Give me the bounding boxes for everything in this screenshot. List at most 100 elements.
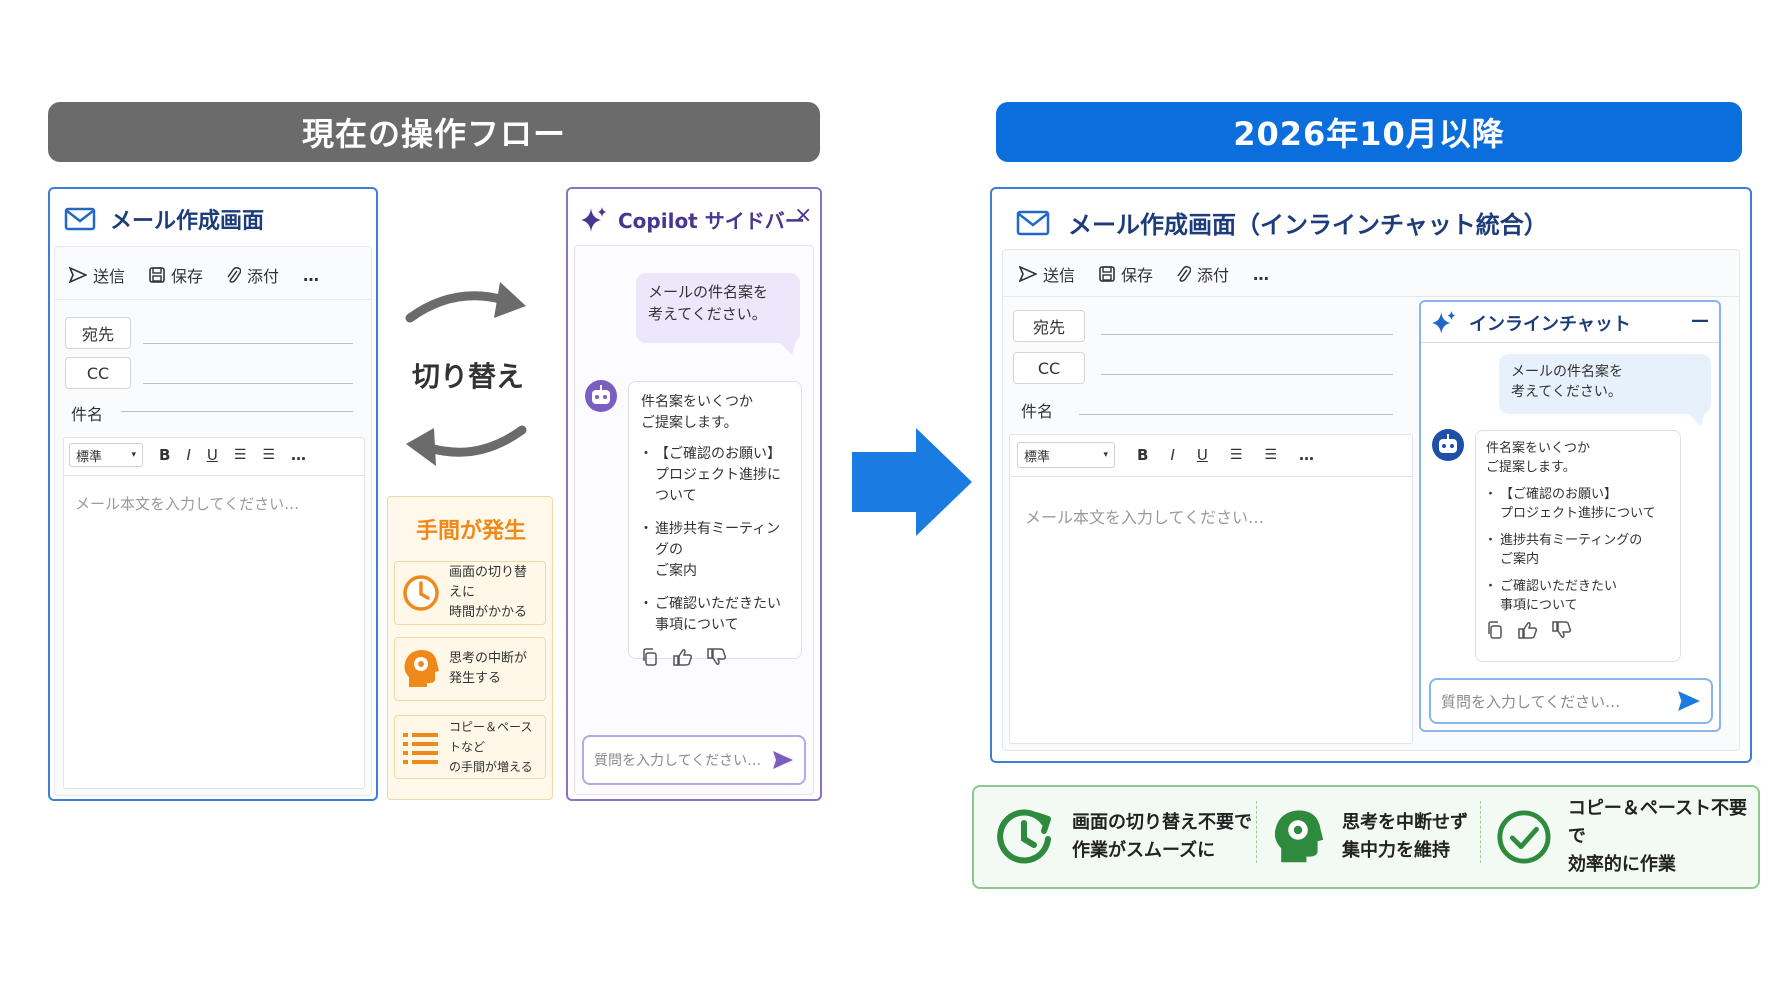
cc-field[interactable] <box>1101 374 1393 375</box>
style-value: 標準 <box>76 449 103 465</box>
suggestion-item[interactable]: ご確認いただきたい事項について <box>639 594 789 636</box>
warning-box: 手間が発生 画面の切り替えに 時間がかかる 思考の中断が 発生する コピー＆ペースト… <box>387 496 553 800</box>
more-button[interactable]: … <box>1253 265 1269 284</box>
more-button[interactable]: … <box>303 266 319 285</box>
benefit-divider <box>1256 801 1257 863</box>
bullet-list-icon[interactable]: ☰ <box>1230 447 1243 463</box>
save-label: 保存 <box>171 267 204 286</box>
thumbs-up-icon[interactable] <box>673 648 693 666</box>
save-button[interactable]: 保存 <box>1099 262 1153 286</box>
attach-button[interactable]: 添付 <box>227 263 279 287</box>
mail-icon <box>1016 210 1050 235</box>
current-flow-banner: 現在の操作フロー <box>48 102 820 162</box>
send-icon[interactable] <box>772 750 794 770</box>
send-button[interactable]: 送信 <box>69 263 125 287</box>
suggestion-item[interactable]: 進捗共有ミーティングのご案内 <box>639 519 789 582</box>
body-placeholder[interactable]: メール本文を入力してください… <box>75 493 299 514</box>
to-field[interactable] <box>143 343 353 344</box>
bold-button[interactable]: B <box>159 446 170 464</box>
toolbar-divider <box>1003 296 1739 297</box>
benefit-no-copy-paste: コピー＆ペースト不要で 効率的に作業 <box>1496 793 1758 881</box>
copy-icon[interactable] <box>641 648 659 666</box>
mail-icon <box>64 207 96 231</box>
inline-question-input[interactable]: 質問を入力してください… <box>1429 678 1713 724</box>
copy-icon[interactable] <box>1486 621 1504 639</box>
suggestion-item[interactable]: 進捗共有ミーティングのご案内 <box>1484 531 1670 569</box>
suggestion-item[interactable]: ご確認いただきたい事項について <box>1484 577 1670 615</box>
italic-button[interactable]: I <box>1170 446 1174 464</box>
user-bubble-tail <box>778 341 796 355</box>
copilot-header: Copilot サイドバー <box>580 205 805 234</box>
attach-label: 添付 <box>1197 266 1230 285</box>
suggestion-line: 【ご確認のお願い】 <box>655 446 781 462</box>
bot-intro-line: 件名案をいくつか <box>1486 441 1591 456</box>
inline-user-message: メールの件名案を 考えてください。 <box>1499 354 1711 414</box>
copilot-question-input[interactable]: 質問を入力してください… <box>582 735 806 785</box>
send-label: 送信 <box>1043 266 1076 285</box>
suggestion-line: 【ご確認のお願い】 <box>1500 487 1618 502</box>
benefits-bar: 画面の切り替え不要で 作業がスムーズに 思考を中断せず 集中力を維持 コピー＆ペース… <box>972 785 1760 889</box>
send-icon[interactable] <box>1677 690 1701 712</box>
benefit-line: 作業がスムーズに <box>1072 840 1216 861</box>
close-icon[interactable]: × <box>794 203 812 228</box>
thumbs-up-icon[interactable] <box>1518 621 1538 639</box>
suggestion-line: ご確認いただきたい <box>1500 579 1618 594</box>
suggestion-line: 進捗共有ミーティングの <box>1500 533 1643 548</box>
subject-field[interactable] <box>1079 414 1393 415</box>
benefit-line: 集中力を維持 <box>1342 840 1450 861</box>
send-button[interactable]: 送信 <box>1019 262 1075 286</box>
inline-chat-header: インラインチャット <box>1431 310 1631 336</box>
subject-label: 件名 <box>1021 402 1054 421</box>
warning-line: コピー＆ペーストなど <box>449 720 533 754</box>
bot-intro-line: ご提案します。 <box>641 415 738 431</box>
subject-field[interactable] <box>121 411 353 412</box>
suggestion-line: ご案内 <box>655 563 697 579</box>
paperclip-icon <box>1177 266 1192 282</box>
suggestion-line: ご確認いただきたい <box>655 596 781 612</box>
format-more-button[interactable]: … <box>291 446 306 464</box>
save-icon <box>149 267 165 283</box>
body-placeholder[interactable]: メール本文を入力してください… <box>1025 504 1264 528</box>
suggestion-list: 【ご確認のお願い】プロジェクト進捗について 進捗共有ミーティングのご案内 ご確認… <box>639 444 789 636</box>
transition-arrow-icon <box>852 428 972 536</box>
to-field[interactable] <box>1101 334 1393 335</box>
future-flow-banner: 2026年10月以降 <box>996 102 1742 162</box>
style-select[interactable]: 標準 ▾ <box>1017 442 1115 468</box>
numbered-list-icon[interactable]: ☰ <box>1264 447 1277 463</box>
save-button[interactable]: 保存 <box>149 263 203 287</box>
suggestion-line: 事項について <box>1500 598 1578 613</box>
format-more-button[interactable]: … <box>1299 446 1314 464</box>
underline-button[interactable]: U <box>207 446 218 464</box>
format-divider <box>63 475 365 476</box>
style-select[interactable]: 標準 ▾ <box>69 443 143 467</box>
minimize-icon[interactable]: — <box>1691 310 1709 331</box>
right-format-bar: 標準 ▾ B I U ☰ ☰ … <box>1017 442 1314 468</box>
suggestion-line: 進捗共有ミーティングの <box>655 521 781 558</box>
cc-field[interactable] <box>143 383 353 384</box>
suggestion-item[interactable]: 【ご確認のお願い】プロジェクト進捗について <box>1484 485 1670 523</box>
underline-button[interactable]: U <box>1197 446 1208 464</box>
warning-item-copy-paste: コピー＆ペーストなど の手間が増える <box>394 715 546 779</box>
thumbs-down-icon[interactable] <box>1552 621 1572 639</box>
bot-avatar-icon <box>585 380 617 412</box>
warning-item-switching: 画面の切り替えに 時間がかかる <box>394 561 546 625</box>
suggestion-line: プロジェクト進捗について <box>655 467 781 504</box>
italic-button[interactable]: I <box>186 446 190 464</box>
right-compose-header: メール作成画面（インラインチャット統合） <box>1016 205 1548 240</box>
save-label: 保存 <box>1121 266 1154 285</box>
bold-button[interactable]: B <box>1137 446 1148 464</box>
left-compose-inner: 送信 保存 添付 … 宛先 CC 件名 標準 ▾ B I U ☰ ☰ … メール… <box>54 246 372 796</box>
inline-chat-divider <box>1421 342 1719 343</box>
sparkle-icon <box>1431 310 1456 335</box>
thumbs-down-icon[interactable] <box>707 648 727 666</box>
attach-button[interactable]: 添付 <box>1177 262 1229 286</box>
bullet-list-icon[interactable]: ☰ <box>234 447 247 463</box>
switch-label: 切り替え <box>412 360 525 393</box>
chevron-down-icon: ▾ <box>131 450 136 460</box>
suggestion-list: 【ご確認のお願い】プロジェクト進捗について 進捗共有ミーティングのご案内 ご確認… <box>1484 485 1670 615</box>
switch-arrow-right-icon <box>405 282 526 323</box>
format-bar-frame <box>1009 434 1413 744</box>
list-icon <box>403 733 438 764</box>
numbered-list-icon[interactable]: ☰ <box>262 447 275 463</box>
suggestion-item[interactable]: 【ご確認のお願い】プロジェクト進捗について <box>639 444 789 507</box>
